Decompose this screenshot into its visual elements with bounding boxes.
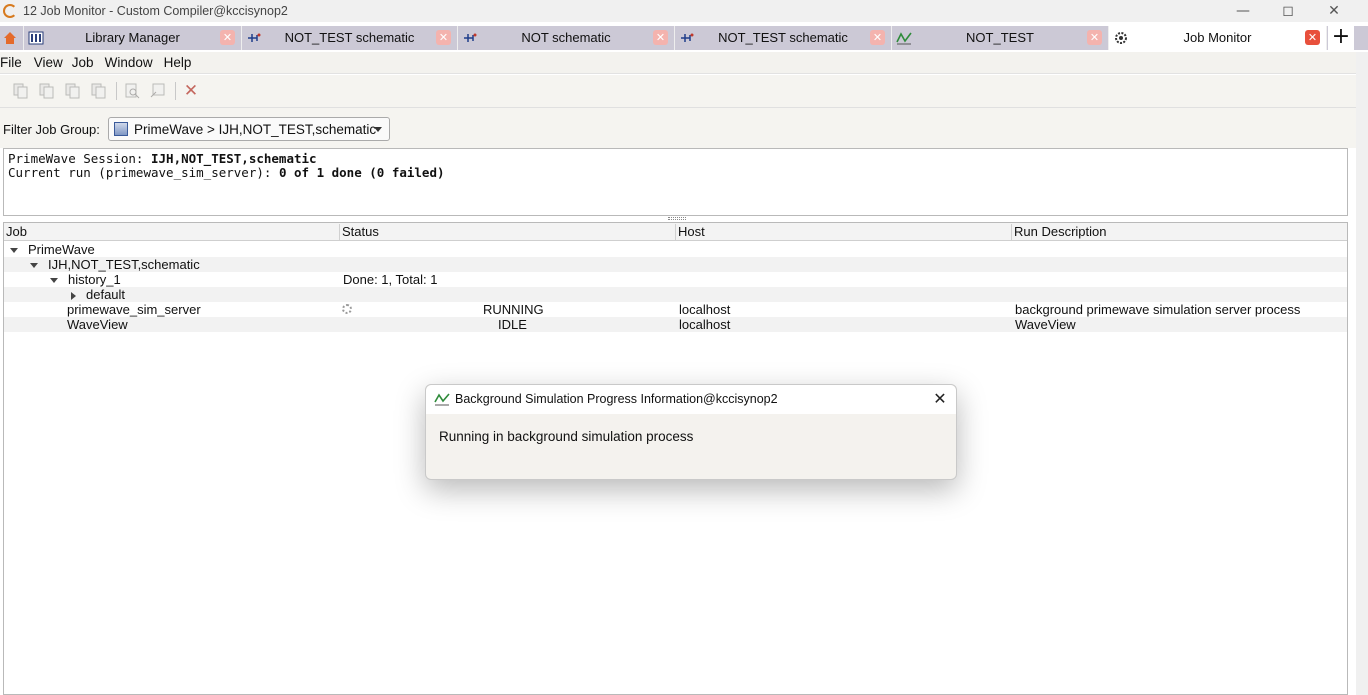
app-icon [3, 4, 17, 18]
job-name: default [86, 287, 126, 302]
loading-spinner-icon [342, 304, 352, 314]
close-icon[interactable]: ✕ [653, 30, 668, 45]
job-name: primewave_sim_server [67, 302, 201, 317]
menu-bar: File View Job Window Help [0, 52, 1356, 74]
tab-not-test[interactable]: NOT_TEST ✕ [892, 26, 1109, 50]
column-run-description[interactable]: Run Description [1012, 224, 1349, 240]
session-value: IJH,NOT_TEST,schematic [151, 151, 317, 166]
tab-label: Job Monitor [1183, 30, 1252, 45]
job-group-icon [114, 122, 128, 136]
tab-home[interactable] [0, 26, 24, 50]
resume-icon[interactable] [90, 82, 108, 100]
filter-row: Filter Job Group: PrimeWave > IJH,NOT_TE… [0, 108, 1356, 148]
job-description: WaveView [1015, 317, 1076, 332]
menu-view[interactable]: View [30, 55, 71, 70]
minimize-icon[interactable]: — [1220, 0, 1266, 22]
close-icon[interactable]: ✕ [1305, 30, 1320, 45]
job-name: WaveView [67, 317, 128, 332]
waveform-icon [434, 393, 450, 406]
close-icon[interactable]: ✕ [220, 30, 235, 45]
table-row[interactable]: WaveView IDLE localhost WaveView [4, 317, 1347, 332]
table-row[interactable]: default [4, 287, 1347, 302]
dialog-title-bar[interactable]: Background Simulation Progress Informati… [426, 385, 956, 414]
window-title: 12 Job Monitor - Custom Compiler@kccisyn… [23, 4, 288, 18]
menu-window[interactable]: Window [102, 55, 161, 70]
tab-label: NOT_TEST schematic [284, 30, 415, 45]
tab-library-manager[interactable]: Library Manager ✕ [24, 26, 242, 50]
table-row[interactable]: primewave_sim_server RUNNING localhost b… [4, 302, 1347, 317]
table-header: Job Status Host Run Description [4, 223, 1347, 241]
job-host: localhost [679, 302, 731, 317]
column-job[interactable]: Job [4, 224, 340, 240]
menu-help[interactable]: Help [161, 55, 200, 70]
job-name: IJH,NOT_TEST,schematic [48, 257, 200, 272]
column-host[interactable]: Host [676, 224, 1012, 240]
suspend-icon[interactable] [64, 82, 82, 100]
inspect-icon[interactable] [123, 82, 141, 100]
chevron-down-icon [374, 127, 382, 132]
dialog-message: Running in background simulation process [439, 429, 694, 444]
table-row[interactable]: IJH,NOT_TEST,schematic [4, 257, 1347, 272]
home-icon [4, 32, 16, 44]
title-bar: 12 Job Monitor - Custom Compiler@kccisyn… [0, 0, 1368, 22]
close-icon[interactable]: ✕ [870, 30, 885, 45]
add-tab-button[interactable]: + [1328, 26, 1354, 50]
maximize-icon[interactable]: ◻ [1265, 0, 1311, 22]
tab-label: NOT_TEST schematic [718, 30, 848, 45]
splitter-handle[interactable] [668, 217, 686, 220]
tab-bar: Library Manager ✕ NOT_TEST schematic ✕ N… [0, 26, 1368, 50]
close-icon[interactable]: ✕ [1087, 30, 1102, 45]
toolbar-divider [175, 82, 176, 100]
filter-job-group-select[interactable]: PrimeWave > IJH,NOT_TEST,schematic [108, 117, 390, 141]
kill-job-icon[interactable]: ✕ [182, 81, 200, 101]
job-name: history_1 [68, 272, 121, 287]
tab-not-schematic[interactable]: NOT schematic ✕ [458, 26, 675, 50]
close-icon[interactable]: ✕ [930, 389, 950, 409]
job-status: Done: 1, Total: 1 [343, 272, 438, 287]
vertical-scrollbar[interactable] [1356, 52, 1368, 695]
job-description: background primewave simulation server p… [1015, 302, 1301, 317]
job-status: IDLE [498, 317, 527, 332]
tab-not-test-schematic[interactable]: NOT_TEST schematic ✕ [242, 26, 458, 50]
expand-toggle-icon[interactable] [30, 263, 38, 269]
expand-toggle-icon[interactable] [10, 248, 18, 254]
job-status: RUNNING [483, 302, 544, 317]
table-row[interactable]: PrimeWave [4, 242, 1347, 257]
run-value: 0 of 1 done (0 failed) [278, 165, 445, 180]
tab-label: NOT schematic [521, 30, 611, 45]
tab-not-test-schematic-2[interactable]: NOT_TEST schematic ✕ [675, 26, 892, 50]
expand-toggle-icon[interactable] [71, 291, 76, 300]
column-status[interactable]: Status [340, 224, 676, 240]
filter-label: Filter Job Group: [3, 122, 100, 137]
session-info: PrimeWave Session: IJH,NOT_TEST,schemati… [3, 148, 1348, 216]
menu-job[interactable]: Job [71, 55, 102, 70]
toolbar-divider [116, 82, 117, 100]
expand-toggle-icon[interactable] [50, 278, 58, 284]
run-label: Current run (primewave_sim_server): [8, 165, 279, 180]
log-icon[interactable] [149, 82, 167, 100]
job-name: PrimeWave [28, 242, 95, 257]
close-icon[interactable]: ✕ [436, 30, 451, 45]
tab-label: Library Manager [85, 30, 180, 45]
close-icon[interactable]: ✕ [1311, 0, 1357, 22]
tab-label: NOT_TEST [966, 30, 1034, 45]
tab-job-monitor[interactable]: Job Monitor ✕ [1109, 26, 1327, 50]
copy-all-icon[interactable] [38, 82, 56, 100]
job-host: localhost [679, 317, 731, 332]
session-label: PrimeWave Session: [8, 151, 151, 166]
dialog-title: Background Simulation Progress Informati… [455, 392, 778, 406]
progress-dialog: Background Simulation Progress Informati… [425, 384, 957, 480]
menu-file[interactable]: File [0, 55, 30, 70]
table-row[interactable]: history_1 Done: 1, Total: 1 [4, 272, 1347, 287]
filter-value: PrimeWave > IJH,NOT_TEST,schematic [134, 121, 377, 137]
copy-job-icon[interactable] [12, 82, 30, 100]
toolbar: ✕ [0, 75, 1356, 108]
